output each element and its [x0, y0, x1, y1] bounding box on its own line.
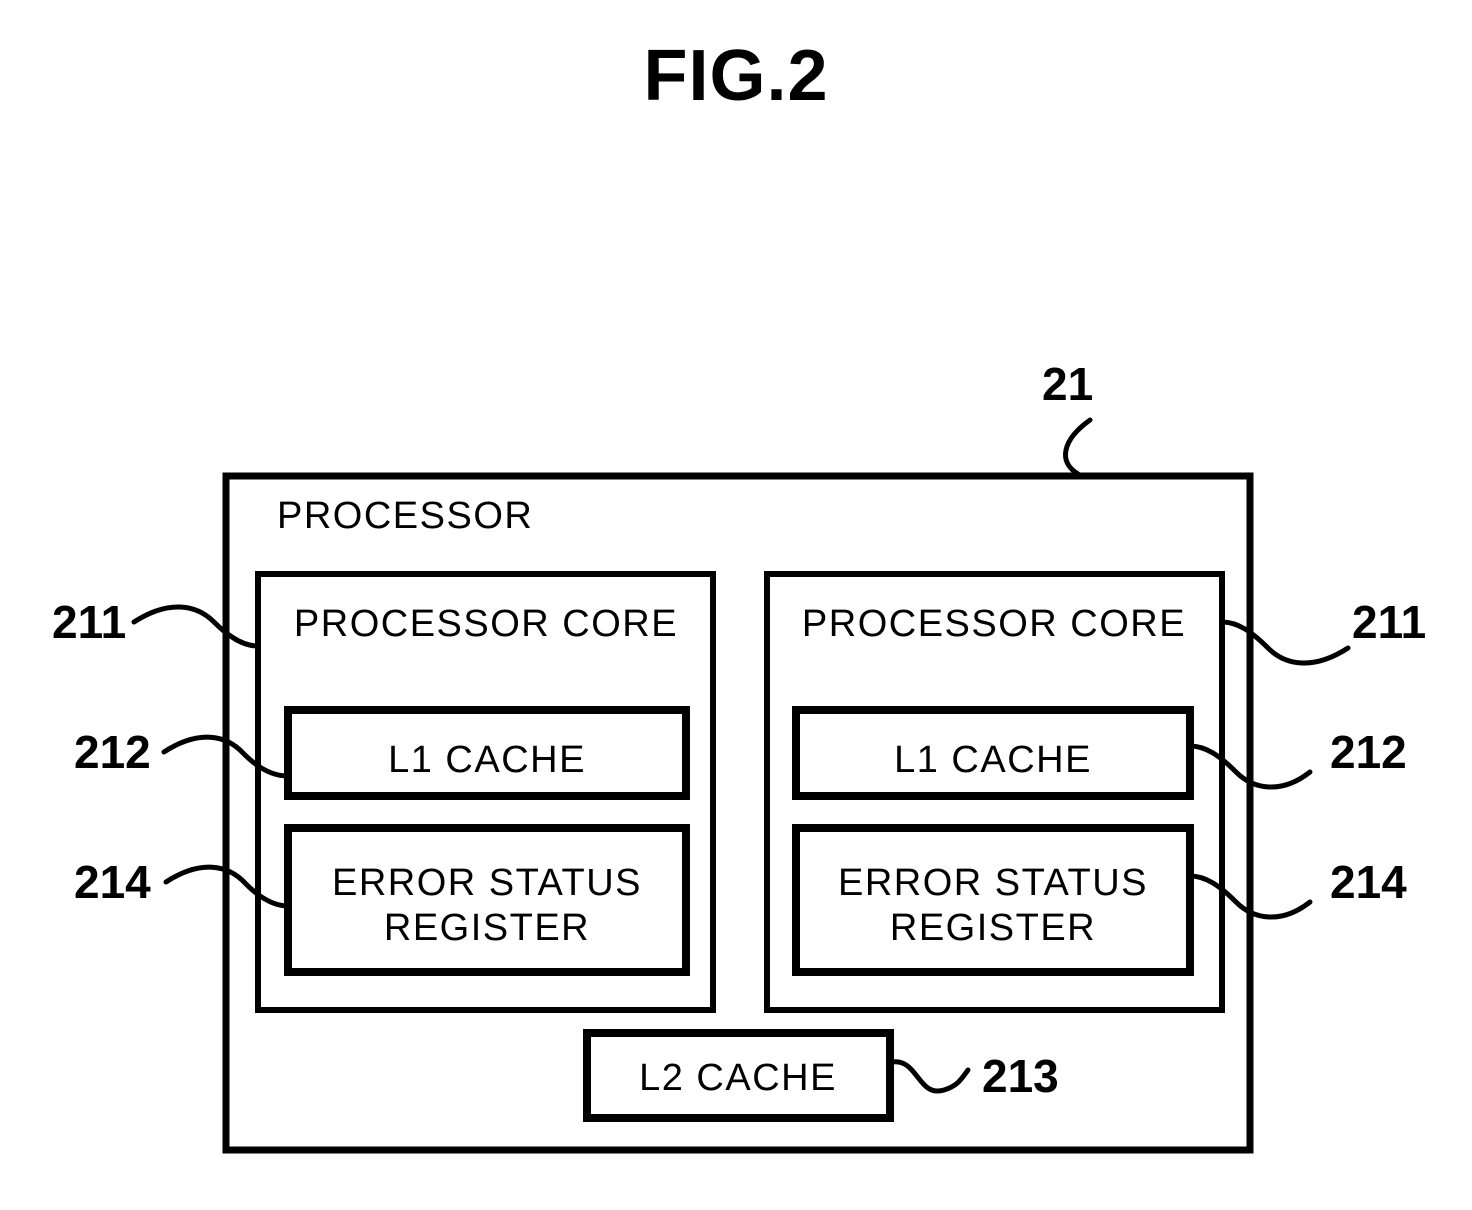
ref-213-label: 213 — [982, 1050, 1059, 1102]
l1-cache-left-label: L1 CACHE — [388, 739, 586, 781]
error-status-register-left-label-line2: REGISTER — [384, 907, 590, 949]
ref-214-right-label: 214 — [1330, 856, 1407, 908]
ref-211-right-leader — [1219, 619, 1351, 666]
ref-21-leader — [1063, 417, 1093, 477]
ref-21-label: 21 — [1042, 358, 1093, 410]
processor-box — [222, 472, 1254, 1154]
patent-figure: FIG.2 PROCESSOR 21 PROCESSOR CORE L1 CAC… — [0, 0, 1472, 1210]
figure-title: FIG.2 — [643, 36, 828, 116]
ref-211-left-leader — [131, 604, 261, 649]
ref-211-left-label: 211 — [52, 596, 126, 648]
figure-canvas: FIG.2 PROCESSOR 21 PROCESSOR CORE L1 CAC… — [52, 36, 1426, 1154]
ref-212-right-label: 212 — [1330, 726, 1407, 778]
processor-core-right-label: PROCESSOR CORE — [802, 603, 1186, 645]
ref-214-left-label: 214 — [74, 856, 151, 908]
ref-211-right-label: 211 — [1352, 596, 1426, 648]
error-status-register-right-label-line1: ERROR STATUS — [838, 862, 1148, 904]
ref-212-left-label: 212 — [74, 726, 151, 778]
l2-cache-label: L2 CACHE — [639, 1057, 837, 1099]
error-status-register-right-label-line2: REGISTER — [890, 907, 1096, 949]
l1-cache-right-label: L1 CACHE — [894, 739, 1092, 781]
ref-213-leader — [889, 1059, 971, 1094]
processor-core-left-label: PROCESSOR CORE — [294, 603, 678, 645]
processor-label: PROCESSOR — [277, 495, 533, 537]
error-status-register-left-label-line1: ERROR STATUS — [332, 862, 642, 904]
